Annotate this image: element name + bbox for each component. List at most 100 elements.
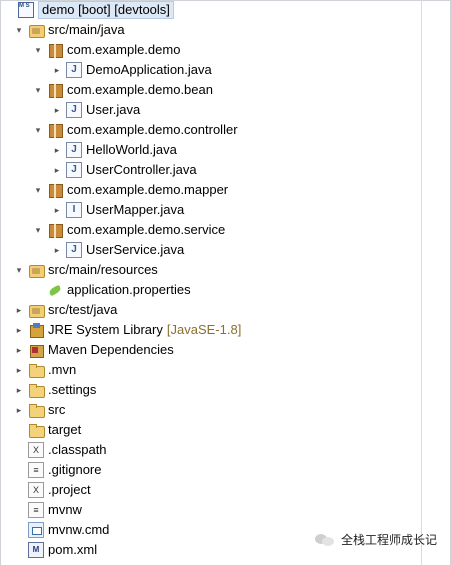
expand-arrow-icon[interactable]: ▸ xyxy=(52,141,62,159)
tree-item-label: src/test/java xyxy=(48,302,118,317)
folder-icon xyxy=(28,382,45,398)
tree-item-file[interactable]: ≡ mvnw xyxy=(14,501,82,519)
java-file-icon: J xyxy=(66,102,82,118)
folder-icon xyxy=(28,362,45,378)
tree-item-src-main-java[interactable]: ▾ src/main/java xyxy=(14,21,125,39)
watermark-text: 全栈工程师成长记 xyxy=(340,533,437,547)
tree-item-label: UserService.java xyxy=(86,242,185,257)
package-icon xyxy=(47,42,63,58)
tree-item-label: com.example.demo.bean xyxy=(67,82,213,97)
tree-item-file[interactable]: ▸ J UserController.java xyxy=(52,161,197,179)
tree-item-file[interactable]: application.properties xyxy=(33,281,191,299)
tree-item-label: src xyxy=(48,402,66,417)
tree-item-jre-library[interactable]: ▸ JRE System Library [JavaSE-1.8] xyxy=(14,321,241,339)
collapse-arrow-icon[interactable]: ▾ xyxy=(33,41,43,59)
tree-item-label: com.example.demo.controller xyxy=(67,122,238,137)
expand-arrow-icon[interactable]: ▸ xyxy=(52,241,62,259)
tree-item-file[interactable]: mvnw.cmd xyxy=(14,521,109,539)
tree-item-label: target xyxy=(48,422,82,437)
wechat-icon xyxy=(314,533,335,547)
tree-item-label: .mvn xyxy=(48,362,77,377)
tree-item-file[interactable]: Mpom.xml xyxy=(14,541,97,559)
collapse-arrow-icon[interactable]: ▾ xyxy=(33,121,43,139)
tree-item-label: pom.xml xyxy=(48,542,98,557)
tree-item-label: .project xyxy=(48,482,91,497)
expand-arrow-icon[interactable]: ▸ xyxy=(14,321,24,339)
tree-item-file[interactable]: ▸ I UserMapper.java xyxy=(52,201,184,219)
tree-item-file[interactable]: ▸ J User.java xyxy=(52,101,140,119)
tree-item-folder[interactable]: ▸ .settings xyxy=(14,381,96,399)
tree-item-label: mvnw.cmd xyxy=(48,522,110,537)
tree-item-src-main-resources[interactable]: ▾ src/main/resources xyxy=(14,261,158,279)
pane-divider xyxy=(421,0,422,566)
text-file-icon: ≡ xyxy=(28,502,44,518)
tree-item-label: com.example.demo xyxy=(67,42,181,57)
xml-file-icon: X xyxy=(28,442,44,458)
project-icon: M S xyxy=(18,2,34,18)
source-folder-icon xyxy=(28,262,45,278)
tree-item-package[interactable]: ▾ com.example.demo.mapper xyxy=(33,181,228,199)
java-file-icon: J xyxy=(66,242,82,258)
xml-file-icon: X xyxy=(28,482,44,498)
tree-item-file[interactable]: X .project xyxy=(14,481,91,499)
tree-item-label: src/main/java xyxy=(48,22,125,37)
folder-icon xyxy=(28,422,45,438)
expand-arrow-icon[interactable]: ▸ xyxy=(14,381,24,399)
tree-item-package[interactable]: ▾ com.example.demo xyxy=(33,41,180,59)
tree-item-file[interactable]: X .classpath xyxy=(14,441,107,459)
tree-item-label: mvnw xyxy=(48,502,82,517)
tree-item-package[interactable]: ▾ com.example.demo.service xyxy=(33,221,225,239)
tree-item-file[interactable]: ▸ J DemoApplication.java xyxy=(52,61,212,79)
tree-item-src-test-java[interactable]: ▸ src/test/java xyxy=(14,301,117,319)
package-icon xyxy=(47,122,63,138)
expand-arrow-icon[interactable]: ▸ xyxy=(14,361,24,379)
tree-item-folder[interactable]: ▸ src xyxy=(14,401,65,419)
maven-library-icon xyxy=(28,342,44,358)
collapse-arrow-icon[interactable]: ▾ xyxy=(33,81,43,99)
expand-arrow-icon[interactable]: ▸ xyxy=(52,161,62,179)
package-icon xyxy=(47,82,63,98)
tree-item-decoration: [JavaSE-1.8] xyxy=(166,322,242,337)
tree-item-label: com.example.demo.mapper xyxy=(67,182,229,197)
collapse-arrow-icon[interactable]: ▾ xyxy=(14,21,24,39)
tree-item-label: UserMapper.java xyxy=(86,202,185,217)
tree-item-label: com.example.demo.service xyxy=(67,222,226,237)
tree-item-file[interactable]: ▸ J HelloWorld.java xyxy=(52,141,177,159)
tree-item-file[interactable]: ▸ J UserService.java xyxy=(52,241,184,259)
folder-icon xyxy=(28,402,45,418)
tree-item-label: User.java xyxy=(86,102,141,117)
collapse-arrow-icon[interactable]: ▾ xyxy=(14,261,24,279)
source-folder-icon xyxy=(28,22,45,38)
library-icon xyxy=(28,322,44,338)
expand-arrow-icon[interactable]: ▸ xyxy=(52,201,62,219)
expand-arrow-icon[interactable]: ▸ xyxy=(14,341,24,359)
tree-item-label: src/main/resources xyxy=(48,262,158,277)
collapse-arrow-icon[interactable]: ▾ xyxy=(33,181,43,199)
tree-item-package[interactable]: ▾ com.example.demo.controller xyxy=(33,121,238,139)
properties-file-icon xyxy=(47,282,63,298)
java-file-icon: J xyxy=(66,142,82,158)
expand-arrow-icon[interactable]: ▸ xyxy=(14,401,24,419)
tree-item-label: UserController.java xyxy=(86,162,197,177)
tree-item-label: DemoApplication.java xyxy=(86,62,212,77)
package-icon xyxy=(47,222,63,238)
package-icon xyxy=(47,182,63,198)
expand-arrow-icon[interactable]: ▸ xyxy=(14,301,24,319)
text-file-icon: ≡ xyxy=(28,462,44,478)
tree-item-label: .gitignore xyxy=(48,462,102,477)
source-folder-icon xyxy=(28,302,45,318)
expand-arrow-icon[interactable]: ▸ xyxy=(52,101,62,119)
tree-item-folder[interactable]: target xyxy=(14,421,81,439)
collapse-arrow-icon[interactable]: ▾ xyxy=(33,221,43,239)
tree-item-package[interactable]: ▾ com.example.demo.bean xyxy=(33,81,213,99)
project-label: demo [boot] [devtools] xyxy=(38,1,174,19)
cmd-file-icon xyxy=(28,522,44,538)
java-file-icon: J xyxy=(66,62,82,78)
expand-arrow-icon[interactable]: ▸ xyxy=(52,61,62,79)
tree-item-folder[interactable]: ▸ .mvn xyxy=(14,361,76,379)
tree-item-label: .classpath xyxy=(48,442,107,457)
watermark: 全栈工程师成长记 xyxy=(314,531,437,548)
tree-item-file[interactable]: ≡ .gitignore xyxy=(14,461,101,479)
tree-item-maven-dependencies[interactable]: ▸ Maven Dependencies xyxy=(14,341,174,359)
tree-item-project[interactable]: ▾ M S demo [boot] [devtools] xyxy=(4,1,174,19)
